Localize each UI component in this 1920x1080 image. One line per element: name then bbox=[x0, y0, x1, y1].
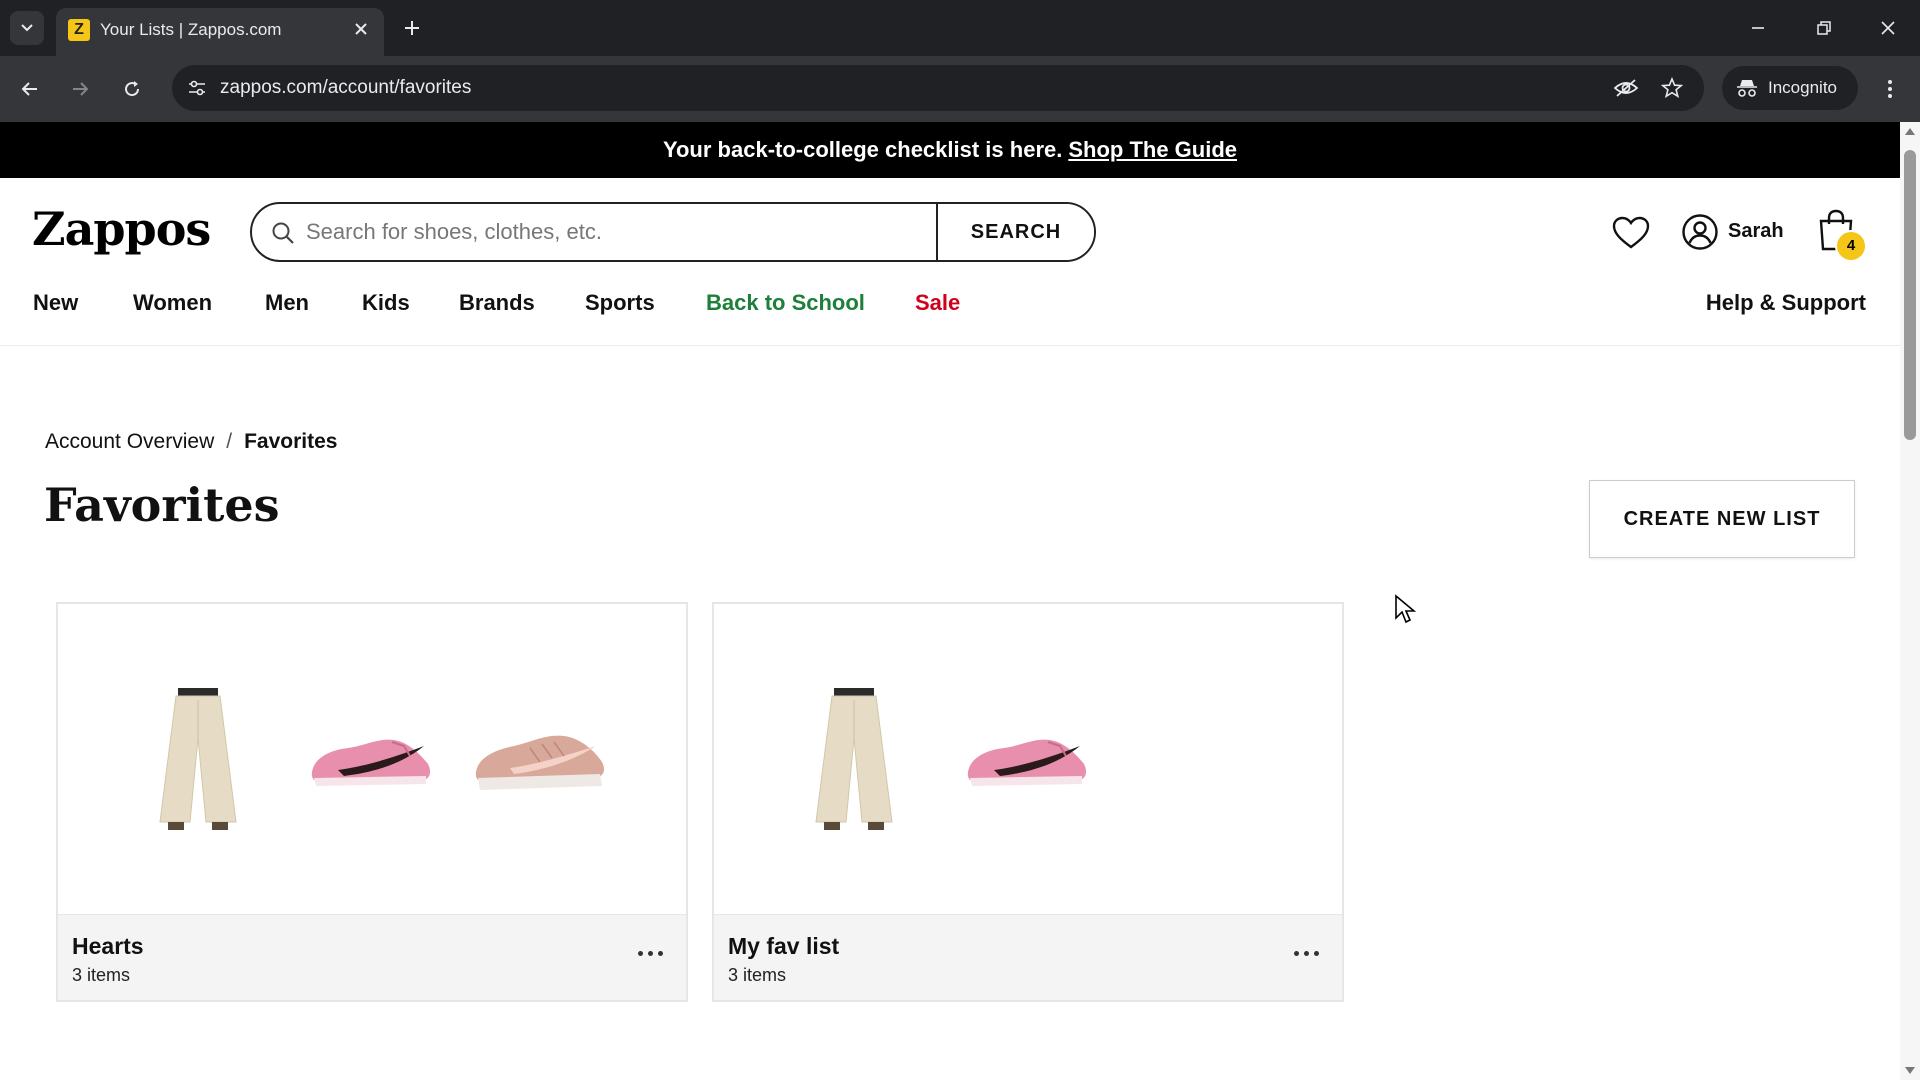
nav-back-to-school[interactable]: Back to School bbox=[706, 288, 865, 318]
chevron-down-icon bbox=[21, 24, 33, 32]
star-icon bbox=[1661, 77, 1683, 99]
scroll-down-arrow-icon[interactable] bbox=[1905, 1067, 1915, 1074]
rose-gold-sneaker-image bbox=[475, 735, 604, 790]
nav-sale[interactable]: Sale bbox=[915, 288, 960, 318]
browser-toolbar: zappos.com/account/favorites Incognito bbox=[0, 56, 1920, 122]
list-card-footer: Hearts 3 items bbox=[58, 914, 686, 1000]
tab-search-button[interactable] bbox=[10, 11, 44, 45]
page-title: Favorites bbox=[44, 478, 280, 532]
list-thumbnails bbox=[714, 604, 1342, 914]
incognito-label: Incognito bbox=[1768, 78, 1837, 97]
more-horizontal-icon bbox=[1313, 950, 1319, 956]
minimize-icon bbox=[1752, 27, 1764, 29]
search-bar: SEARCH bbox=[250, 202, 1096, 262]
nav-men[interactable]: Men bbox=[265, 288, 309, 318]
incognito-icon bbox=[1737, 80, 1757, 97]
eye-off-icon bbox=[1613, 79, 1639, 97]
list-options-button[interactable] bbox=[1286, 941, 1326, 965]
more-horizontal-icon bbox=[647, 950, 653, 956]
scroll-up-arrow-icon[interactable] bbox=[1905, 128, 1915, 135]
more-vertical-icon bbox=[1888, 80, 1892, 98]
scrollbar-thumb[interactable] bbox=[1904, 150, 1916, 440]
wide-leg-pants-image bbox=[159, 688, 237, 830]
breadcrumb-account-overview[interactable]: Account Overview bbox=[45, 430, 214, 454]
more-horizontal-icon bbox=[1303, 950, 1309, 956]
nav-sports[interactable]: Sports bbox=[585, 288, 655, 318]
search-button[interactable]: SEARCH bbox=[936, 204, 1094, 260]
page-scrollbar[interactable] bbox=[1900, 122, 1920, 1080]
tab-title: Your Lists | Zappos.com bbox=[100, 20, 282, 39]
pink-sneaker-image bbox=[967, 739, 1087, 786]
promo-banner: Your back-to-college checklist is here. … bbox=[0, 122, 1900, 178]
user-circle-icon bbox=[1682, 214, 1718, 250]
list-options-button[interactable] bbox=[630, 941, 670, 965]
site-info-button[interactable] bbox=[180, 71, 214, 105]
more-horizontal-icon bbox=[637, 950, 643, 956]
page-viewport: Your back-to-college checklist is here. … bbox=[0, 122, 1900, 1080]
close-window-button[interactable] bbox=[1868, 10, 1908, 46]
site-header: Zappos SEARCH Sarah bbox=[0, 178, 1900, 268]
new-tab-button[interactable] bbox=[398, 14, 426, 42]
more-horizontal-icon bbox=[657, 950, 663, 956]
minimize-button[interactable] bbox=[1738, 10, 1778, 46]
cart-count-badge: 4 bbox=[1835, 230, 1867, 262]
more-horizontal-icon bbox=[1293, 950, 1299, 956]
arrow-left-icon bbox=[21, 82, 37, 96]
account-button[interactable] bbox=[1678, 210, 1722, 254]
browser-tab-bar: Z Your Lists | Zappos.com bbox=[0, 0, 1920, 56]
heart-icon bbox=[1612, 216, 1650, 249]
breadcrumb-separator: / bbox=[226, 430, 233, 453]
tune-icon bbox=[189, 80, 205, 96]
list-name[interactable]: My fav list bbox=[728, 933, 839, 960]
browser-menu-button[interactable] bbox=[1872, 71, 1908, 107]
reload-icon bbox=[125, 81, 140, 97]
back-button[interactable] bbox=[12, 71, 48, 107]
list-thumbnails bbox=[58, 604, 686, 914]
main-navigation: New Women Men Kids Brands Sports Back to… bbox=[0, 268, 1900, 346]
arrow-right-icon bbox=[73, 82, 89, 96]
close-icon bbox=[355, 23, 367, 35]
mouse-cursor-icon bbox=[1395, 594, 1416, 624]
create-new-list-button[interactable]: CREATE NEW LIST bbox=[1589, 480, 1855, 558]
user-name[interactable]: Sarah bbox=[1728, 220, 1784, 243]
help-support-link[interactable]: Help & Support bbox=[1706, 288, 1866, 318]
restore-icon bbox=[1817, 21, 1831, 35]
list-card-hearts[interactable]: Hearts 3 items bbox=[56, 602, 688, 1002]
bookmark-star-button[interactable] bbox=[1656, 72, 1688, 104]
list-card-footer: My fav list 3 items bbox=[714, 914, 1342, 1000]
wide-leg-pants-image bbox=[815, 688, 893, 830]
search-input[interactable] bbox=[306, 204, 986, 260]
browser-tab[interactable]: Z Your Lists | Zappos.com bbox=[56, 8, 384, 56]
nav-new[interactable]: New bbox=[33, 288, 78, 318]
incognito-indicator[interactable]: Incognito bbox=[1722, 66, 1858, 110]
promo-link[interactable]: Shop The Guide bbox=[1068, 137, 1237, 163]
plus-icon bbox=[405, 21, 419, 35]
breadcrumb-current: Favorites bbox=[244, 430, 338, 453]
list-card-my-fav-list[interactable]: My fav list 3 items bbox=[712, 602, 1344, 1002]
promo-text: Your back-to-college checklist is here. bbox=[662, 137, 1063, 162]
tab-close-button[interactable] bbox=[350, 18, 372, 40]
favorites-heart-button[interactable] bbox=[1610, 212, 1652, 254]
search-icon bbox=[272, 222, 294, 244]
nav-women[interactable]: Women bbox=[133, 288, 212, 318]
reload-button[interactable] bbox=[114, 71, 150, 107]
pink-sneaker-image bbox=[311, 739, 431, 786]
breadcrumb: Account Overview / Favorites bbox=[45, 430, 337, 454]
address-bar[interactable]: zappos.com/account/favorites bbox=[172, 65, 1704, 111]
zappos-favicon-icon: Z bbox=[68, 19, 90, 41]
restore-button[interactable] bbox=[1804, 10, 1844, 46]
list-item-count: 3 items bbox=[728, 965, 787, 985]
list-item-count: 3 items bbox=[72, 965, 131, 985]
url-text[interactable]: zappos.com/account/favorites bbox=[220, 77, 471, 99]
forward-button[interactable] bbox=[62, 71, 98, 107]
eye-off-button[interactable] bbox=[1610, 72, 1642, 104]
close-icon bbox=[1881, 21, 1895, 35]
nav-brands[interactable]: Brands bbox=[459, 288, 535, 318]
nav-kids[interactable]: Kids bbox=[362, 288, 410, 318]
zappos-logo[interactable]: Zappos bbox=[32, 202, 211, 256]
list-name[interactable]: Hearts bbox=[72, 933, 144, 960]
